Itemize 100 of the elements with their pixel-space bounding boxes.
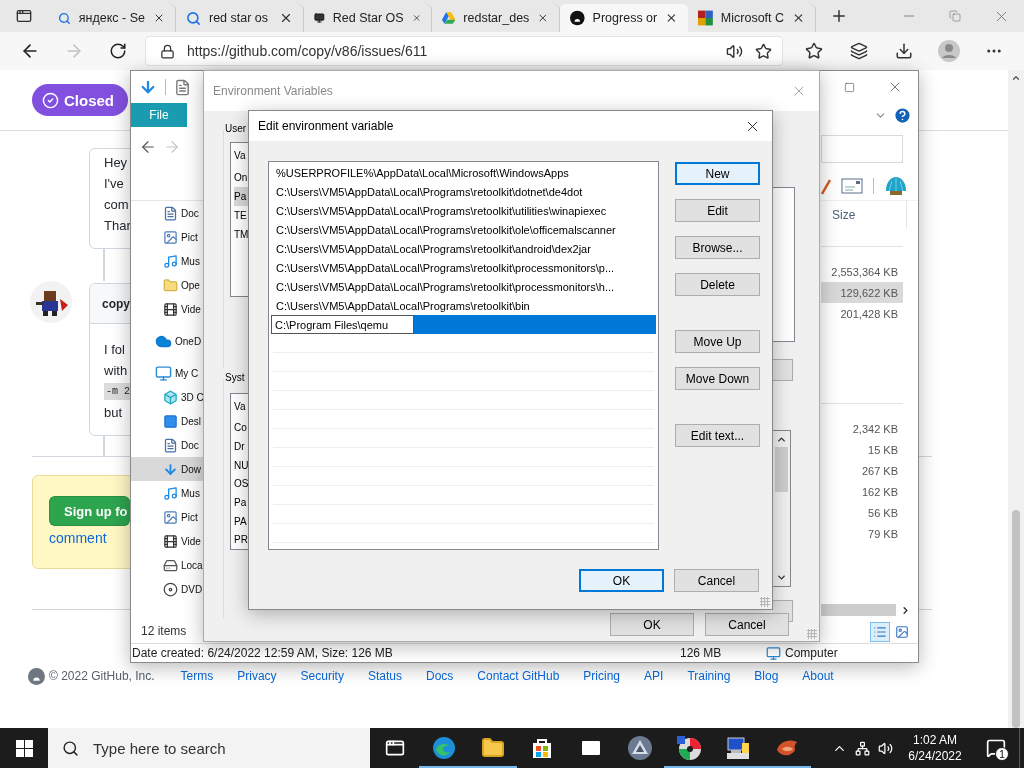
path-entry[interactable]: C:\Users\VM5\AppData\Local\Programs\retoolkit\processmonitors\h... (271, 277, 656, 296)
nav-item[interactable]: Loca (131, 553, 204, 577)
notification-icon[interactable] (986, 738, 1006, 758)
nav-item[interactable]: Doc (131, 201, 204, 225)
scroll-up-icon[interactable] (1011, 73, 1021, 83)
path-entry[interactable]: %USERPROFILE%\AppData\Local\Microsoft\WindowsApps (271, 163, 656, 182)
nav-item[interactable]: Pict (131, 505, 204, 529)
nav-item[interactable]: Vide (131, 529, 204, 553)
dialog-button[interactable]: Browse... (675, 236, 760, 259)
file-size-cell[interactable]: 267 KB (821, 460, 903, 481)
logo-icon[interactable] (28, 667, 45, 685)
nav-item[interactable]: Pict (131, 225, 204, 249)
footer-link[interactable]: About (802, 669, 834, 683)
variable-row[interactable]: TM (234, 225, 249, 244)
path-entry[interactable]: C:\Users\VM5\AppData\Local\Programs\retoolkit\utilities\winapiexec (271, 201, 656, 220)
nav-item[interactable]: Mus (131, 249, 204, 273)
dialog-button[interactable]: New (675, 162, 760, 185)
resize-grip[interactable] (760, 597, 770, 607)
dialog-button[interactable]: Delete (675, 273, 760, 296)
nav-item[interactable]: My C (131, 361, 204, 385)
path-entry[interactable]: C:\Users\VM5\AppData\Local\Programs\retoolkit\android\dex2jar (271, 239, 656, 258)
path-input[interactable]: C:\Program Files\qemu (271, 315, 414, 334)
windows-logo-icon[interactable] (15, 739, 33, 757)
search-field[interactable] (821, 135, 903, 163)
footer-link[interactable]: Training (687, 669, 731, 683)
favorites-icon[interactable] (804, 42, 823, 60)
help-icon[interactable] (893, 105, 912, 125)
column-header[interactable]: Size (821, 201, 907, 229)
variable-row[interactable]: Pa (234, 493, 249, 512)
footer-link[interactable]: Terms (180, 669, 214, 683)
scrollbar[interactable] (1008, 70, 1024, 728)
store-bag-icon[interactable] (530, 737, 553, 759)
nav-item[interactable]: 3D C (131, 385, 204, 409)
footer-link[interactable]: Blog (754, 669, 779, 683)
dialog-button[interactable]: Edit text... (675, 424, 760, 447)
task-view-icon[interactable] (384, 738, 405, 758)
file-size-cell[interactable]: 56 KB (821, 502, 903, 523)
download-icon[interactable] (894, 42, 913, 60)
address-field[interactable]: https://github.com/copy/v86/issues/611 (145, 36, 783, 66)
close-icon[interactable] (279, 11, 293, 25)
variable-row[interactable]: NU (234, 455, 249, 475)
refresh-icon[interactable] (109, 42, 127, 60)
footer-link[interactable]: Security (300, 669, 344, 683)
scrollbar-thumb[interactable] (1012, 510, 1020, 728)
file-size-cell[interactable]: 2,342 KB (821, 418, 903, 439)
details-view-icon[interactable] (873, 625, 887, 639)
document-icon[interactable] (174, 78, 191, 96)
footer-link[interactable]: Privacy (237, 669, 277, 683)
dialog-button[interactable]: Move Down (675, 367, 760, 390)
path-entry[interactable]: C:\Users\VM5\AppData\Local\Programs\retoolkit\processmonitors\p... (271, 258, 656, 277)
volume-icon[interactable] (878, 740, 893, 756)
resize-grip[interactable] (807, 629, 817, 639)
disc-app-icon[interactable] (675, 735, 702, 761)
dialog-button[interactable]: Cancel (674, 569, 759, 592)
close-icon[interactable] (792, 11, 805, 25)
variable-row[interactable]: PA (234, 511, 249, 531)
dialog-button[interactable]: Edit (675, 199, 760, 222)
path-entry[interactable]: C:\Users\VM5\AppData\Local\Programs\retoolkit\bin (271, 296, 656, 315)
close-icon[interactable] (537, 11, 549, 25)
nav-item[interactable]: Doc (131, 433, 204, 457)
new-tab-icon[interactable] (830, 7, 848, 25)
dialog-button[interactable]: OK (610, 613, 694, 636)
triangle-app-icon[interactable] (626, 735, 653, 761)
footer-link[interactable]: API (644, 669, 664, 683)
nav-item[interactable]: Ope (131, 273, 204, 297)
path-entry[interactable]: C:\Users\VM5\AppData\Local\Programs\retoolkit\ole\officemalscanner (271, 220, 656, 239)
variable-row[interactable]: Dr (234, 437, 249, 456)
file-size-cell[interactable]: 201,428 KB (821, 303, 903, 324)
nav-item[interactable]: OneD (131, 329, 204, 353)
scrollbar-thumb[interactable] (821, 604, 896, 616)
favorite-star-icon[interactable] (755, 42, 772, 60)
footer-link[interactable]: Docs (425, 669, 454, 683)
nav-item[interactable]: Vide (131, 297, 204, 321)
file-size-cell[interactable]: 2,553,364 KB (821, 261, 903, 282)
collections-icon[interactable] (849, 42, 868, 60)
scroll-right-icon[interactable] (900, 604, 911, 616)
footer-link[interactable]: Pricing (583, 669, 621, 683)
nav-item[interactable]: DVD (131, 577, 204, 601)
footer-link[interactable]: Contact GitHub (477, 669, 560, 683)
selected-row-highlight[interactable]: C:\Program Files\qemu (271, 315, 656, 334)
variable-row[interactable]: TE (234, 206, 249, 225)
read-aloud-icon[interactable] (726, 42, 743, 60)
scroll-up-icon[interactable] (776, 434, 787, 445)
taskbar-search-field[interactable]: Type here to search (48, 728, 370, 768)
nav-item[interactable]: Mus (131, 481, 204, 505)
dialog-button[interactable]: OK (579, 569, 664, 592)
file-size-cell[interactable]: 15 KB (821, 439, 903, 460)
file-size-cell[interactable]: 162 KB (821, 481, 903, 502)
download-arrow-icon[interactable] (139, 78, 157, 96)
comment-link[interactable]: comment (49, 528, 107, 548)
file-size-cell[interactable]: 129,622 KB (821, 282, 903, 303)
profile-avatar-icon[interactable] (937, 40, 960, 62)
close-icon[interactable] (665, 11, 678, 25)
footer-link[interactable]: Status (367, 669, 402, 683)
network-icon[interactable] (855, 740, 870, 756)
variable-row[interactable]: PR (234, 530, 249, 549)
dialog-button[interactable]: Cancel (705, 613, 789, 636)
variable-row[interactable]: Co (234, 418, 249, 438)
clock[interactable]: 1:02 AM 6/24/2022 (897, 732, 973, 764)
nav-item[interactable]: Dow (131, 457, 204, 481)
